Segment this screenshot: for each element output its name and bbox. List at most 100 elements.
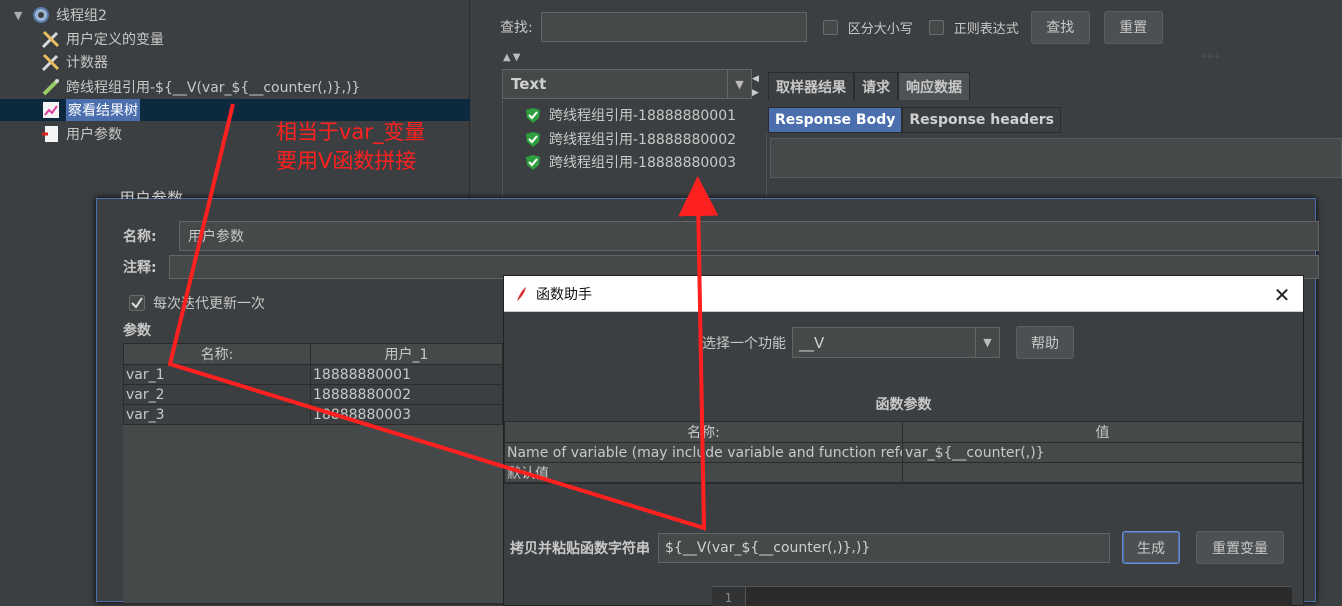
search-input[interactable] — [540, 12, 807, 42]
params-table: 名称: 用户_1 var_1 18888880001 var_2 1888888… — [123, 343, 503, 425]
result-tabs: 取样器结果 请求 响应数据 — [768, 72, 970, 100]
fn-param-name-cell[interactable]: 默认值 — [504, 462, 903, 484]
table-row[interactable]: 默认值 — [504, 462, 1303, 484]
function-params-label: 函数参数 — [875, 397, 932, 413]
response-body-area[interactable] — [770, 138, 1342, 178]
tab-response-headers[interactable]: Response headers — [902, 107, 1061, 133]
function-helper-dialog: 函数助手 ✕ 选择一个功能 __V ▼ 帮助 函数参数 名称: 值 Name o… — [503, 275, 1304, 606]
success-shield-icon — [525, 107, 541, 124]
function-select[interactable]: __V ▼ — [792, 327, 1000, 358]
column-header-name[interactable]: 名称: — [504, 421, 903, 443]
find-button[interactable]: 查找 — [1030, 10, 1090, 44]
fn-param-name-cell[interactable]: Name of variable (may include variable a… — [504, 442, 903, 463]
param-name-cell[interactable]: var_3 — [123, 404, 311, 425]
result-item[interactable]: 跨线程组引用-18888880002 — [525, 128, 736, 150]
chevron-down-icon[interactable]: ▼ — [975, 328, 999, 357]
tree-item-counter[interactable]: 计数器 — [40, 51, 108, 73]
sampler-icon — [40, 76, 62, 98]
result-item[interactable]: 跨线程组引用-18888880003 — [525, 151, 736, 173]
table-row[interactable]: var_1 18888880001 — [123, 364, 503, 385]
function-string-field[interactable]: ${__V(var_${__counter(,)},)} — [658, 532, 1110, 563]
tab-response-body[interactable]: Response Body — [768, 107, 903, 133]
wrench-icon — [40, 51, 62, 73]
grip-icon[interactable]: ⁘⁘⁘ — [1200, 52, 1220, 61]
column-header-user-1[interactable]: 用户_1 — [310, 343, 503, 365]
gear-icon — [30, 4, 52, 26]
split-pane-arrows-icon[interactable]: ◀ ▶ — [752, 72, 759, 100]
update-once-row: 每次迭代更新一次 — [129, 293, 265, 313]
annotation-note: 相当于var_变量 要用V函数拼接 — [276, 118, 425, 176]
params-label: 参数 — [123, 323, 151, 339]
function-select-row: 选择一个功能 __V ▼ 帮助 — [702, 326, 1074, 359]
annotation-line-1: 相当于var_变量 — [276, 120, 426, 144]
dialog-title-bar[interactable]: 函数助手 — [504, 276, 1303, 312]
column-header-value[interactable]: 值 — [902, 421, 1303, 443]
param-name-cell[interactable]: var_2 — [123, 384, 311, 405]
column-header-name[interactable]: 名称: — [123, 343, 311, 365]
table-row[interactable]: var_2 18888880002 — [123, 384, 503, 405]
help-button[interactable]: 帮助 — [1016, 326, 1074, 359]
feather-icon — [514, 286, 528, 302]
result-editor[interactable]: 1 — [712, 586, 1292, 606]
collapse-toggle-icon[interactable]: ▼ — [14, 9, 22, 22]
search-bar: 查找: 区分大小写 正则表达式 查找 重置 — [500, 8, 1163, 46]
tree-item-user-defined-vars[interactable]: 用户定义的变量 — [40, 28, 164, 50]
result-label: 跨线程组引用-18888880001 — [549, 108, 737, 124]
table-row[interactable]: var_3 18888880003 — [123, 404, 503, 425]
param-value-cell[interactable]: 18888880003 — [310, 404, 503, 425]
success-shield-icon — [525, 154, 541, 171]
copy-paste-row: 拷贝并粘贴函数字符串 ${__V(var_${__counter(,)},)} … — [510, 531, 1284, 564]
result-item[interactable]: 跨线程组引用-18888880001 — [525, 104, 736, 126]
name-field[interactable]: 用户参数 — [179, 221, 1319, 251]
name-row: 名称: 用户参数 — [123, 221, 1319, 251]
success-shield-icon — [525, 131, 541, 148]
renderer-select[interactable]: Text ▼ — [502, 69, 752, 99]
regex-label: 正则表达式 — [953, 21, 1019, 37]
fn-param-value-cell[interactable] — [902, 462, 1303, 484]
wrench-icon — [40, 28, 62, 50]
document-icon — [40, 123, 62, 145]
table-row[interactable]: Name of variable (may include variable a… — [504, 442, 1303, 463]
fn-param-value-cell[interactable]: var_${__counter(,)} — [902, 442, 1303, 463]
param-value-cell[interactable]: 18888880002 — [310, 384, 503, 405]
result-list: 跨线程组引用-18888880001 跨线程组引用-18888880002 跨线… — [502, 100, 752, 200]
dialog-title: 函数助手 — [536, 286, 592, 303]
close-icon[interactable]: ✕ — [1271, 283, 1293, 307]
tree-item-thread-group[interactable]: 线程组2 — [30, 4, 107, 26]
tab-sampler-result[interactable]: 取样器结果 — [768, 72, 854, 100]
case-sensitive-label: 区分大小写 — [847, 21, 913, 37]
reset-button[interactable]: 重置 — [1103, 10, 1163, 44]
copy-paste-label: 拷贝并粘贴函数字符串 — [510, 540, 650, 557]
splitter-arrows-icon[interactable]: ▲▼ — [503, 52, 522, 63]
param-value-cell[interactable]: 18888880001 — [310, 364, 503, 385]
chevron-down-icon[interactable]: ▼ — [727, 70, 751, 98]
generate-button[interactable]: 生成 — [1122, 531, 1180, 564]
regex-checkbox[interactable] — [928, 19, 944, 35]
tree-item-label: 用户定义的变量 — [66, 32, 164, 48]
choose-function-label: 选择一个功能 — [702, 335, 786, 352]
annotation-line-2: 要用V函数拼接 — [276, 149, 417, 173]
tree-item-cross-thread-sampler[interactable]: 跨线程组引用-${__V(var_${__counter(,)},)} — [40, 76, 360, 98]
tab-response-data[interactable]: 响应数据 — [898, 72, 970, 100]
tree-item-label: 用户参数 — [66, 127, 122, 143]
chart-icon — [40, 99, 62, 121]
comment-label: 注释: — [123, 260, 157, 276]
tree-item-user-params[interactable]: 用户参数 — [40, 123, 122, 145]
function-params-table: 名称: 值 Name of variable (may include vari… — [504, 421, 1303, 484]
checkbox-checked-icon[interactable] — [129, 295, 145, 311]
result-label: 跨线程组引用-18888880003 — [549, 155, 737, 171]
param-name-cell[interactable]: var_1 — [123, 364, 311, 385]
search-label: 查找: — [500, 20, 533, 36]
tree-item-label: 计数器 — [66, 55, 108, 71]
line-number: 1 — [712, 587, 746, 606]
reset-variables-button[interactable]: 重置变量 — [1196, 531, 1284, 564]
update-once-label: 每次迭代更新一次 — [153, 296, 265, 312]
tree-item-label: 察看结果树 — [66, 99, 140, 121]
response-tabs: Response Body Response headers — [768, 107, 1061, 133]
result-label: 跨线程组引用-18888880002 — [549, 132, 737, 148]
tree-item-label: 跨线程组引用-${__V(var_${__counter(,)},)} — [66, 80, 361, 96]
function-select-value: __V — [799, 333, 825, 352]
renderer-value: Text — [511, 75, 547, 93]
case-sensitive-checkbox[interactable] — [822, 19, 838, 35]
tab-request[interactable]: 请求 — [854, 72, 898, 100]
